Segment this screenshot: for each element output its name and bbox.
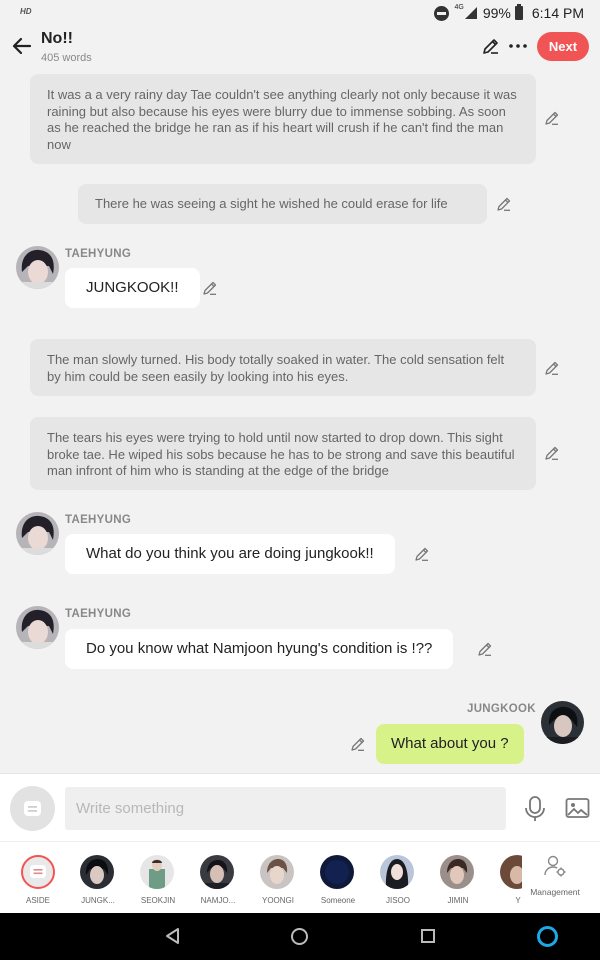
character-name: SEOKJIN [140,896,176,905]
composer-bar [0,773,600,841]
character-avatar [320,855,354,889]
system-nav-bar [0,913,600,960]
character-jimin[interactable]: JIMIN [428,842,488,913]
character-bubble[interactable]: JUNGKOOK!! [65,268,200,308]
character-seokjin[interactable]: SEOKJIN [128,842,188,913]
nav-recents-button[interactable] [421,929,435,943]
edit-message-button[interactable] [544,360,560,376]
back-button[interactable] [10,34,34,58]
pencil-icon [545,446,559,460]
hd-indicator: HD [20,7,32,16]
do-not-disturb-icon [434,5,450,21]
edit-message-button[interactable] [496,196,512,212]
character-avatar [260,855,294,889]
microphone-button[interactable] [524,795,546,823]
pencil-icon [478,642,492,656]
character-name: JUNGK... [81,896,115,905]
character-namjoon[interactable]: NAMJO... [188,842,248,913]
character-jisoo[interactable]: JISOO [368,842,428,913]
speaker-name: JUNGKOOK [467,703,536,715]
narration-bubble[interactable]: There he was seeing a sight he wished he… [78,184,487,224]
avatar-taehyung[interactable] [16,246,59,289]
character-avatar [440,855,474,889]
avatar-taehyung[interactable] [16,606,59,649]
nav-home-button[interactable] [291,928,308,945]
image-button[interactable] [565,797,590,819]
avatar-image [16,246,59,289]
clock: 6:14 PM [531,5,584,21]
character-name: JISOO [385,896,410,905]
chat-area[interactable]: It was a a very rainy day Tae couldn't s… [0,70,600,773]
character-avatar [380,855,414,889]
narration-bubble[interactable]: The man slowly turned. His body totally … [30,339,536,396]
edit-message-button[interactable] [544,445,560,461]
management-button[interactable]: Management [522,842,588,913]
pencil-icon [483,39,498,54]
user-settings-icon [544,855,566,877]
assistant-button[interactable] [537,926,558,947]
more-horizontal-icon [509,44,527,48]
word-count: 405 words [41,52,92,64]
signal-icon [464,7,477,19]
character-yoongi[interactable]: YOONGI [248,842,308,913]
battery-percent: 99% [482,5,511,21]
character-name: JIMIN [447,896,469,905]
image-icon [565,798,590,818]
edit-message-button[interactable] [414,546,430,562]
pencil-icon [415,547,429,561]
pencil-icon [545,361,559,375]
avatar-taehyung[interactable] [16,512,59,555]
character-bar[interactable]: ASIDE JUNGK... SEOKJIN NAMJO... YOONGI S… [0,841,600,913]
character-someone[interactable]: Someone [308,842,368,913]
story-title: No!! [41,30,73,47]
speaker-name: TAEHYUNG [65,248,132,260]
network-type: 4G [454,4,464,11]
chat-bubble-icon [24,801,41,816]
character-avatar [80,855,114,889]
edit-message-button[interactable] [477,641,493,657]
character-jungkook[interactable]: JUNGK... [68,842,128,913]
status-icons: 4G 99% 6:14 PM [434,3,584,23]
app-header: No!! 405 words Next [0,25,600,70]
character-aside[interactable]: ASIDE [8,842,68,913]
edit-title-button[interactable] [481,36,501,56]
character-bubble[interactable]: What do you think you are doing jungkook… [65,534,395,574]
nav-back-button[interactable] [164,927,182,945]
more-options-button[interactable] [507,36,529,56]
avatar-image [16,606,59,649]
speaker-name: TAEHYUNG [65,608,132,620]
triangle-back-icon [166,928,179,944]
aside-toggle-button[interactable] [10,786,55,831]
aside-avatar [21,855,55,889]
pencil-icon [351,737,365,751]
message-input[interactable] [65,787,506,830]
character-bubble[interactable]: Do you know what Namjoon hyung's conditi… [65,629,454,669]
battery-icon [514,4,523,20]
character-name: NAMJO... [200,896,236,905]
next-button[interactable]: Next [537,32,589,61]
character-avatar [200,855,234,889]
microphone-icon [525,796,545,821]
speaker-name: TAEHYUNG [65,514,132,526]
narration-bubble[interactable]: It was a a very rainy day Tae couldn't s… [30,74,536,164]
avatar-image [16,512,59,555]
edit-message-button[interactable] [350,736,366,752]
edit-message-button[interactable] [202,280,218,296]
arrow-left-icon [12,37,32,55]
status-bar: HD 4G 99% 6:14 PM [0,0,600,25]
avatar-jungkook[interactable] [541,701,584,744]
management-label: Management [530,887,580,897]
avatar-image [541,701,584,744]
narration-bubble[interactable]: The tears his eyes were trying to hold u… [30,417,536,490]
character-name: YOONGI [261,896,294,905]
pencil-icon [203,281,217,295]
edit-message-button[interactable] [544,110,560,126]
character-name: ASIDE [25,896,50,905]
chat-bubble-icon [30,865,46,878]
character-avatar [140,855,174,889]
character-name: Someone [320,896,356,905]
self-bubble[interactable]: What about you ? [376,724,524,764]
pencil-icon [497,197,511,211]
pencil-icon [545,111,559,125]
